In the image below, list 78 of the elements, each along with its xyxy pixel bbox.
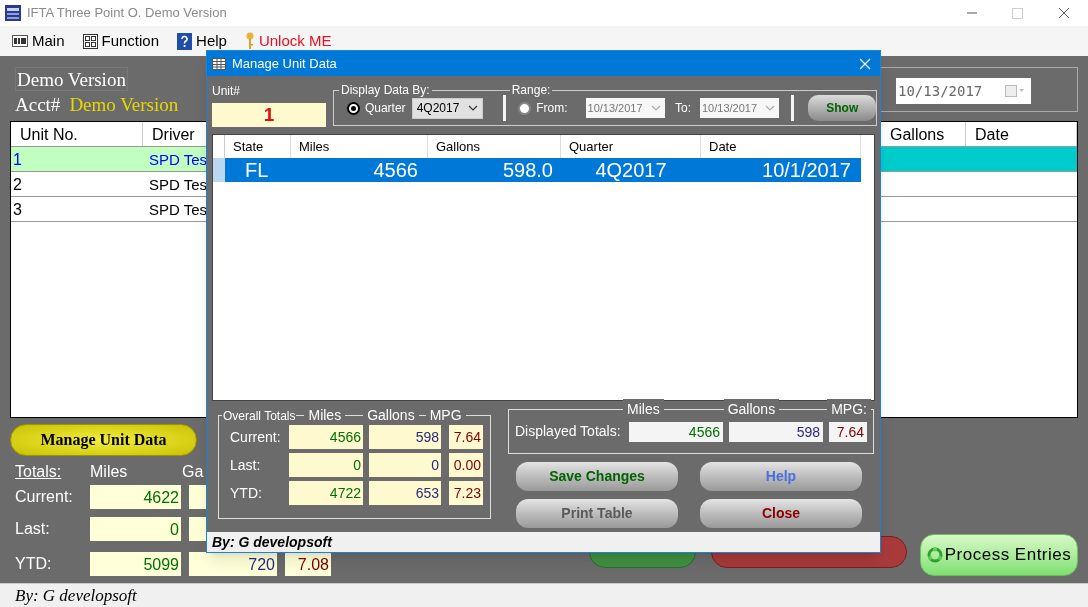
row-label: Last: <box>15 519 51 539</box>
table-row[interactable]: FL 4566 598.0 4Q2017 10/1/2017 <box>225 158 861 182</box>
value-field: 653 <box>369 481 441 505</box>
close-button[interactable]: Close <box>700 499 862 528</box>
radio-button[interactable] <box>347 101 360 115</box>
table-cell: 1 <box>11 147 143 171</box>
help-icon <box>177 32 193 50</box>
menu-item[interactable]: Main <box>32 29 65 53</box>
value-field: 7.64 <box>449 425 483 449</box>
value-field: 7.23 <box>449 481 483 505</box>
chevron-icon <box>765 105 776 111</box>
row-label: YTD: <box>230 483 263 503</box>
chevron-icon <box>468 105 479 111</box>
date-picker[interactable]: 10/13/2017 <box>896 78 1031 104</box>
column-header: Date <box>966 122 1077 146</box>
chevron-icon <box>651 105 661 111</box>
manage-unit-data-button[interactable]: Manage Unit Data <box>10 424 197 456</box>
radio-button[interactable] <box>518 101 532 115</box>
value-field: 720 <box>189 552 277 576</box>
table-icon <box>212 57 226 70</box>
menu-item[interactable]: Function <box>101 29 160 53</box>
value-field: 4566 <box>629 421 723 442</box>
status-bar: By: G developsoft <box>0 583 1088 607</box>
table-cell-text: 3 <box>12 200 23 220</box>
account-value: Demo Version <box>69 93 179 117</box>
grid-icon <box>82 33 98 49</box>
value-field: 0.00 <box>449 453 483 477</box>
value-field: 4622 <box>90 485 181 509</box>
column-header: Gallons <box>881 122 966 146</box>
row-header-cell[interactable] <box>213 158 225 182</box>
row-label: Current: <box>15 487 74 507</box>
totals-label: Totals: <box>15 462 63 482</box>
save-button[interactable]: Save Changes <box>516 462 678 491</box>
value-field: 0 <box>369 453 441 477</box>
print-button[interactable]: Print Table <box>516 499 678 528</box>
unit-field: 1 <box>212 103 326 127</box>
window-title: IFTA Three Point O. Demo Version <box>27 4 227 23</box>
menu-item[interactable]: Unlock ME <box>258 29 332 53</box>
row-label: Current: <box>230 427 282 447</box>
value-field: 0 <box>289 453 363 477</box>
group-label: Range: <box>509 83 553 97</box>
row-label: Displayed Totals: <box>515 422 622 441</box>
close-icon[interactable] <box>1058 7 1070 19</box>
date-field[interactable]: 10/13/2017 <box>700 98 780 118</box>
menu-item[interactable]: Help <box>196 29 227 53</box>
field-label: To: <box>675 100 691 117</box>
dialog-title: Manage Unit Data <box>232 54 337 73</box>
calendar-icon <box>1005 85 1025 97</box>
status-bar: By: G developsoft <box>207 532 880 552</box>
row-label: Last: <box>230 455 262 475</box>
date-field[interactable]: 10/13/2017 <box>585 98 665 118</box>
heading: Demo Version <box>15 67 128 91</box>
value-field: 4566 <box>289 425 363 449</box>
account-label: Acct# <box>15 93 61 117</box>
quarter-dropdown[interactable]: 4Q2017 <box>411 97 484 119</box>
key-icon <box>244 32 255 50</box>
column-header: Ga <box>182 463 204 480</box>
app-icon <box>5 5 21 21</box>
show-button[interactable]: Show <box>808 95 876 121</box>
value-field: 5099 <box>90 552 181 576</box>
table-cell-text: SPD Tes <box>148 200 209 220</box>
column-header: Unit No. <box>11 122 143 146</box>
value-field: 598 <box>369 425 441 449</box>
table-cell-text: 2 <box>12 175 23 195</box>
radio-label: Quarter <box>364 100 406 117</box>
process-entries-button[interactable]: Process Entries <box>920 534 1078 576</box>
field-label: Unit# <box>212 83 241 100</box>
value-field: 4722 <box>289 481 363 505</box>
value-field: 598 <box>729 421 823 442</box>
value-field: 7.08 <box>285 552 331 576</box>
file-icon <box>12 35 28 47</box>
column-header: Miles <box>90 463 128 480</box>
value-field: 7.64 <box>829 421 867 442</box>
group-label: Display Data By: <box>339 83 432 97</box>
cycle-icon <box>926 547 943 563</box>
radio-label: From: <box>536 100 568 117</box>
row-label: YTD: <box>15 554 53 574</box>
value-field: 0 <box>90 517 181 541</box>
